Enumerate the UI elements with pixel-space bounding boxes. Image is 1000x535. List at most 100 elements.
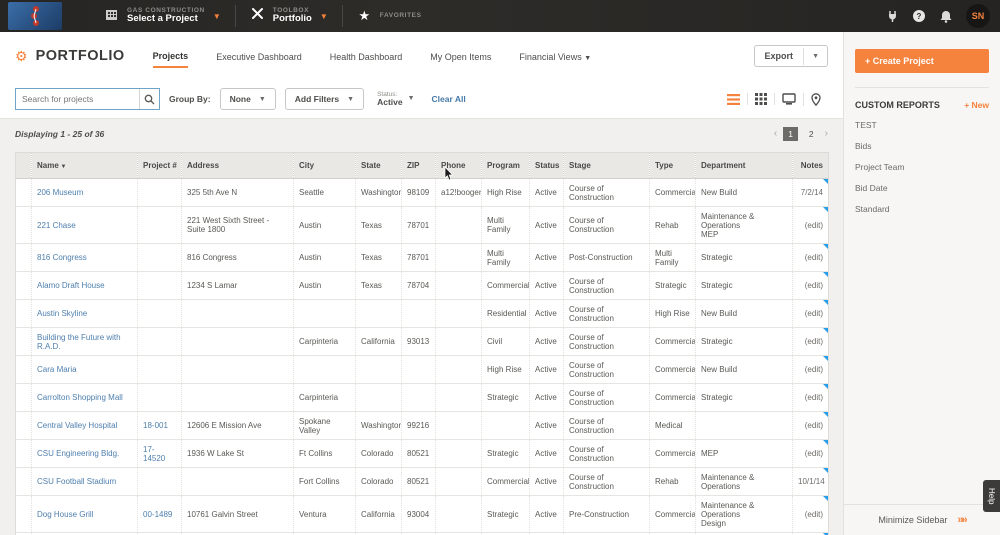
project-number-link[interactable]: 00-1489 (143, 510, 172, 519)
clear-all-link[interactable]: Clear All (432, 94, 466, 104)
col-status[interactable]: Status (530, 153, 564, 179)
tab-executive-dashboard[interactable]: Executive Dashboard (216, 46, 302, 67)
right-sidebar: + Create Project CUSTOM REPORTS + New TE… (843, 32, 1000, 535)
tab-projects[interactable]: Projects (153, 45, 189, 68)
project-number-link[interactable]: 18-001 (143, 421, 168, 430)
user-avatar[interactable]: SN (966, 4, 990, 28)
page-title: PORTFOLIO (36, 48, 125, 64)
project-name-link[interactable]: Dog House Grill (37, 510, 93, 519)
project-name-link[interactable]: Alamo Draft House (37, 281, 105, 290)
cell-address: 1936 W Lake St (182, 440, 294, 468)
chevron-down-icon: ▼ (213, 12, 221, 21)
col-stage[interactable]: Stage (564, 153, 650, 179)
tool-picker-value: Portfolio (273, 14, 312, 25)
new-report-button[interactable]: + New (964, 100, 989, 110)
project-name-link[interactable]: Central Valley Hospital (37, 421, 117, 430)
monitor-view-icon[interactable] (774, 93, 803, 105)
project-number-link[interactable]: 17-14520 (143, 445, 165, 463)
col-city[interactable]: City (294, 153, 356, 179)
list-view-icon[interactable] (720, 94, 747, 105)
cell-stage: Course of Construction (564, 300, 650, 328)
col-zip[interactable]: ZIP (402, 153, 436, 179)
cell-select (16, 328, 32, 356)
cell-notes[interactable]: (edit) (793, 384, 829, 412)
cell-department: New Build (696, 356, 793, 384)
tool-picker[interactable]: TOOLBOX Portfolio ▼ (236, 0, 342, 32)
table-row: CSU Football StadiumFort CollinsColorado… (16, 468, 829, 496)
add-filters-button[interactable]: Add Filters ▼ (285, 88, 364, 110)
cell-notes[interactable]: (edit) (793, 496, 829, 533)
notifications-bell-icon[interactable] (939, 9, 953, 23)
chevron-down-icon: ▼ (347, 96, 354, 103)
grid-view-icon[interactable] (747, 93, 774, 105)
cell-state: Washington (356, 179, 402, 207)
table-row: Austin SkylineResidentialActiveCourse of… (16, 300, 829, 328)
col-type[interactable]: Type (650, 153, 696, 179)
favorites-menu[interactable]: ★ FAVORITES (343, 0, 436, 32)
create-project-button[interactable]: + Create Project (855, 49, 989, 73)
project-name-link[interactable]: Carrolton Shopping Mall (37, 393, 123, 402)
cell-notes[interactable]: (edit) (793, 356, 829, 384)
tab-my-open-items[interactable]: My Open Items (430, 46, 491, 67)
project-picker[interactable]: GAS CONSTRUCTION Select a Project ▼ (90, 0, 235, 32)
project-name-link[interactable]: 221 Chase (37, 221, 76, 230)
col-department[interactable]: Department (696, 153, 793, 179)
tab-financial-views[interactable]: Financial Views ▼ (519, 46, 591, 67)
project-name-link[interactable]: CSU Football Stadium (37, 477, 116, 486)
map-view-icon[interactable] (803, 93, 828, 106)
cell-notes[interactable]: (edit) (793, 412, 829, 440)
cell-notes[interactable]: (edit) (793, 328, 829, 356)
cell-notes[interactable]: (edit) (793, 244, 829, 272)
cell-zip (402, 356, 436, 384)
cell-notes[interactable]: (edit) (793, 300, 829, 328)
cell-city: Spokane Valley (294, 412, 356, 440)
next-page-icon[interactable]: › (825, 128, 828, 139)
status-filter-chip[interactable]: Status: Active ▼ (377, 91, 414, 107)
report-item-project-team[interactable]: Project Team (844, 156, 1000, 177)
project-name-link[interactable]: Cara Maria (37, 365, 77, 374)
report-item-test[interactable]: TEST (844, 114, 1000, 135)
cell-notes[interactable]: (edit) (793, 272, 829, 300)
search-input[interactable] (16, 94, 139, 104)
page-1-button[interactable]: 1 (783, 127, 798, 141)
cell-state: Washington (356, 412, 402, 440)
col-notes[interactable]: Notes (793, 153, 829, 179)
cell-project-num (138, 300, 182, 328)
project-name-link[interactable]: Austin Skyline (37, 309, 87, 318)
cell-type: Commercial (650, 328, 696, 356)
minimize-sidebar-button[interactable]: Minimize Sidebar »» (844, 504, 1000, 535)
table-row: Cara MariaHigh RiseActiveCourse of Const… (16, 356, 829, 384)
report-item-bids[interactable]: Bids (844, 135, 1000, 156)
cell-phone (436, 244, 482, 272)
col-program[interactable]: Program (482, 153, 530, 179)
export-button[interactable]: Export ▼ (754, 45, 828, 67)
cell-state: Texas (356, 207, 402, 244)
project-name-link[interactable]: 206 Museum (37, 188, 83, 197)
integrations-plug-icon[interactable] (885, 9, 899, 23)
search-icon[interactable] (139, 89, 159, 109)
col-phone[interactable]: Phone (436, 153, 482, 179)
project-name-link[interactable]: CSU Engineering Bldg. (37, 449, 119, 458)
company-logo[interactable] (8, 2, 62, 30)
help-icon[interactable]: ? (912, 9, 926, 23)
page-2-button[interactable]: 2 (804, 127, 819, 141)
group-by-select[interactable]: None ▼ (220, 88, 276, 110)
project-name-link[interactable]: 816 Congress (37, 253, 87, 262)
report-item-bid-date[interactable]: Bid Date (844, 177, 1000, 198)
help-tab[interactable]: Help (983, 480, 1000, 512)
prev-page-icon[interactable]: ‹ (774, 128, 777, 139)
cell-address (182, 328, 294, 356)
cell-notes[interactable]: (edit) (793, 207, 829, 244)
cell-type: Strategic (650, 272, 696, 300)
col-name[interactable]: Name ▼ (32, 153, 138, 179)
tab-health-dashboard[interactable]: Health Dashboard (330, 46, 403, 67)
cell-project-num (138, 244, 182, 272)
report-item-standard[interactable]: Standard (844, 198, 1000, 219)
col-address[interactable]: Address (182, 153, 294, 179)
cell-notes[interactable]: (edit) (793, 440, 829, 468)
cell-stage: Course of Construction (564, 468, 650, 496)
col-project-number[interactable]: Project # (138, 153, 182, 179)
project-name-link[interactable]: Building the Future with R.A.D. (37, 333, 121, 351)
col-state[interactable]: State (356, 153, 402, 179)
cell-stage: Course of Construction (564, 440, 650, 468)
